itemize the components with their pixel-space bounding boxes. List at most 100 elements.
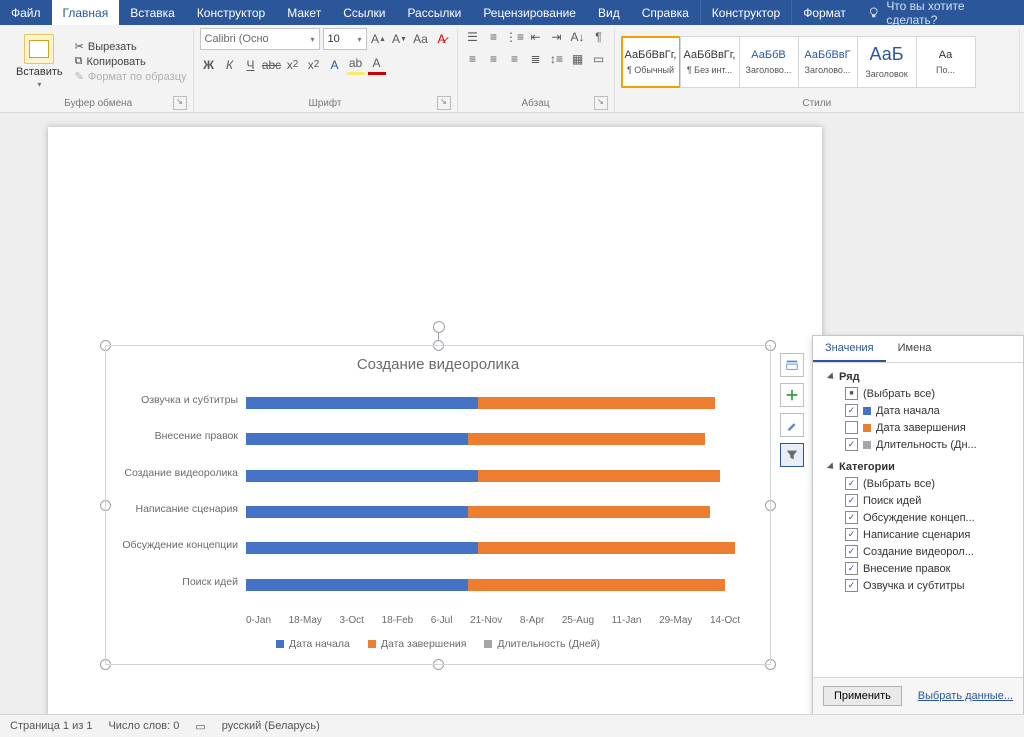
bar-segment[interactable] bbox=[468, 506, 710, 518]
tab-design[interactable]: Конструктор bbox=[186, 0, 276, 25]
tab-references[interactable]: Ссылки bbox=[332, 0, 396, 25]
align-right-button[interactable]: ≡ bbox=[506, 50, 524, 68]
dialog-launcher-icon[interactable]: ↘ bbox=[173, 96, 187, 110]
tab-review[interactable]: Рецензирование bbox=[472, 0, 587, 25]
line-spacing-button[interactable]: ↕≡ bbox=[548, 50, 566, 68]
paste-button[interactable]: Вставить ▾ bbox=[10, 32, 69, 91]
show-marks-button[interactable]: ¶ bbox=[590, 28, 608, 46]
borders-button[interactable]: ▭ bbox=[590, 50, 608, 68]
bar-segment[interactable] bbox=[246, 506, 468, 518]
chart-legend: Дата начала Дата завершения Длительность… bbox=[106, 638, 770, 650]
bar-segment[interactable] bbox=[468, 579, 725, 591]
shrink-font-button[interactable]: A▼ bbox=[391, 30, 409, 48]
style-subtitle[interactable]: АаПо... bbox=[916, 36, 976, 88]
bar-segment[interactable] bbox=[246, 542, 478, 554]
highlight-button[interactable]: ab bbox=[347, 54, 365, 75]
sort-button[interactable]: A↓ bbox=[569, 28, 587, 46]
chart-filters-button[interactable] bbox=[780, 443, 804, 467]
tab-file[interactable]: Файл bbox=[0, 0, 52, 25]
x-axis-tick: 6-Jul bbox=[431, 615, 453, 626]
multilevel-list-button[interactable]: ⋮≡ bbox=[506, 28, 524, 46]
dialog-launcher-icon[interactable]: ↘ bbox=[437, 96, 451, 110]
page-indicator[interactable]: Страница 1 из 1 bbox=[10, 720, 92, 732]
style-normal[interactable]: АаБбВвГг,¶ Обычный bbox=[621, 36, 681, 88]
numbering-button[interactable]: ≡ bbox=[485, 28, 503, 46]
tell-me-search[interactable]: Что вы хотите сделать? bbox=[857, 0, 1024, 25]
underline-button[interactable]: Ч bbox=[242, 56, 260, 74]
category-item[interactable]: Озвучка и субтитры bbox=[821, 577, 1017, 594]
category-item[interactable]: Обсуждение концеп... bbox=[821, 509, 1017, 526]
plus-icon bbox=[785, 388, 799, 402]
tab-mailings[interactable]: Рассылки bbox=[396, 0, 472, 25]
bold-button[interactable]: Ж bbox=[200, 56, 218, 74]
bullets-button[interactable]: ☰ bbox=[464, 28, 482, 46]
layout-options-button[interactable] bbox=[780, 353, 804, 377]
grow-font-button[interactable]: A▲ bbox=[370, 30, 388, 48]
dialog-launcher-icon[interactable]: ↘ bbox=[594, 96, 608, 110]
clear-formatting-button[interactable]: A̷ bbox=[433, 30, 451, 48]
italic-button[interactable]: К bbox=[221, 56, 239, 74]
cut-button[interactable]: ✂Вырезать bbox=[75, 40, 187, 53]
styles-gallery[interactable]: АаБбВвГг,¶ Обычный АаБбВвГг,¶ Без инт...… bbox=[621, 36, 975, 88]
subscript-button[interactable]: x2 bbox=[284, 56, 302, 74]
style-heading1[interactable]: АаБбВЗаголово... bbox=[739, 36, 799, 88]
strikethrough-button[interactable]: abc bbox=[263, 56, 281, 74]
language-indicator[interactable]: русский (Беларусь) bbox=[222, 720, 320, 732]
series-item[interactable]: Дата завершения bbox=[821, 419, 1017, 436]
apply-button[interactable]: Применить bbox=[823, 686, 902, 706]
series-select-all[interactable]: (Выбрать все) bbox=[821, 385, 1017, 402]
bar-segment[interactable] bbox=[246, 397, 478, 409]
chart-styles-button[interactable] bbox=[780, 413, 804, 437]
select-data-link[interactable]: Выбрать данные... bbox=[918, 690, 1013, 702]
chart[interactable]: Создание видеоролика Озвучка и субтитрыВ… bbox=[105, 345, 771, 665]
change-case-button[interactable]: Aa bbox=[412, 30, 430, 48]
bar-segment[interactable] bbox=[468, 433, 705, 445]
style-title[interactable]: АаБЗаголовок bbox=[857, 36, 917, 88]
style-no-spacing[interactable]: АаБбВвГг,¶ Без инт... bbox=[680, 36, 740, 88]
bar-segment[interactable] bbox=[246, 579, 468, 591]
category-item[interactable]: Поиск идей bbox=[821, 492, 1017, 509]
font-size-combo[interactable]: 10▾ bbox=[323, 28, 367, 50]
decrease-indent-button[interactable]: ⇤ bbox=[527, 28, 545, 46]
tab-help[interactable]: Справка bbox=[631, 0, 700, 25]
text-effects-button[interactable]: A bbox=[326, 56, 344, 74]
shading-button[interactable]: ▦ bbox=[569, 50, 587, 68]
tab-values[interactable]: Значения bbox=[813, 336, 886, 362]
style-heading2[interactable]: АаБбВвГЗаголово... bbox=[798, 36, 858, 88]
proofing-icon[interactable]: ▭ bbox=[195, 720, 205, 733]
category-item[interactable]: Написание сценария bbox=[821, 526, 1017, 543]
bar-segment[interactable] bbox=[478, 470, 720, 482]
bar-segment[interactable] bbox=[246, 433, 468, 445]
tab-home[interactable]: Главная bbox=[52, 0, 120, 25]
category-item[interactable]: Создание видеорол... bbox=[821, 543, 1017, 560]
font-color-button[interactable]: A bbox=[368, 54, 386, 75]
tab-chart-design[interactable]: Конструктор bbox=[700, 0, 791, 25]
series-item[interactable]: Длительность (Дн... bbox=[821, 436, 1017, 453]
chart-selection[interactable]: Создание видеоролика Озвучка и субтитрыВ… bbox=[105, 345, 771, 665]
chart-smart-buttons bbox=[780, 353, 804, 467]
bar-segment[interactable] bbox=[478, 542, 735, 554]
align-center-button[interactable]: ≡ bbox=[485, 50, 503, 68]
tab-names[interactable]: Имена bbox=[886, 336, 944, 362]
tab-chart-format[interactable]: Формат bbox=[791, 0, 857, 25]
tab-layout[interactable]: Макет bbox=[276, 0, 332, 25]
rotate-handle[interactable] bbox=[433, 321, 445, 333]
tab-view[interactable]: Вид bbox=[587, 0, 631, 25]
superscript-button[interactable]: x2 bbox=[305, 56, 323, 74]
bar-segment[interactable] bbox=[478, 397, 715, 409]
bar-segment[interactable] bbox=[246, 470, 478, 482]
align-left-button[interactable]: ≡ bbox=[464, 50, 482, 68]
series-item[interactable]: Дата начала bbox=[821, 402, 1017, 419]
increase-indent-button[interactable]: ⇥ bbox=[548, 28, 566, 46]
chart-elements-button[interactable] bbox=[780, 383, 804, 407]
category-item[interactable]: Внесение правок bbox=[821, 560, 1017, 577]
series-group-header[interactable]: Ряд bbox=[821, 369, 1017, 385]
copy-button[interactable]: ⧉Копировать bbox=[75, 55, 187, 68]
justify-button[interactable]: ≣ bbox=[527, 50, 545, 68]
tab-insert[interactable]: Вставка bbox=[119, 0, 186, 25]
category-select-all[interactable]: (Выбрать все) bbox=[821, 475, 1017, 492]
word-count[interactable]: Число слов: 0 bbox=[108, 720, 179, 732]
font-family-combo[interactable]: Calibri (Осно▾ bbox=[200, 28, 320, 50]
categories-group-header[interactable]: Категории bbox=[821, 459, 1017, 475]
format-painter-button[interactable]: ✎Формат по образцу bbox=[75, 70, 187, 83]
